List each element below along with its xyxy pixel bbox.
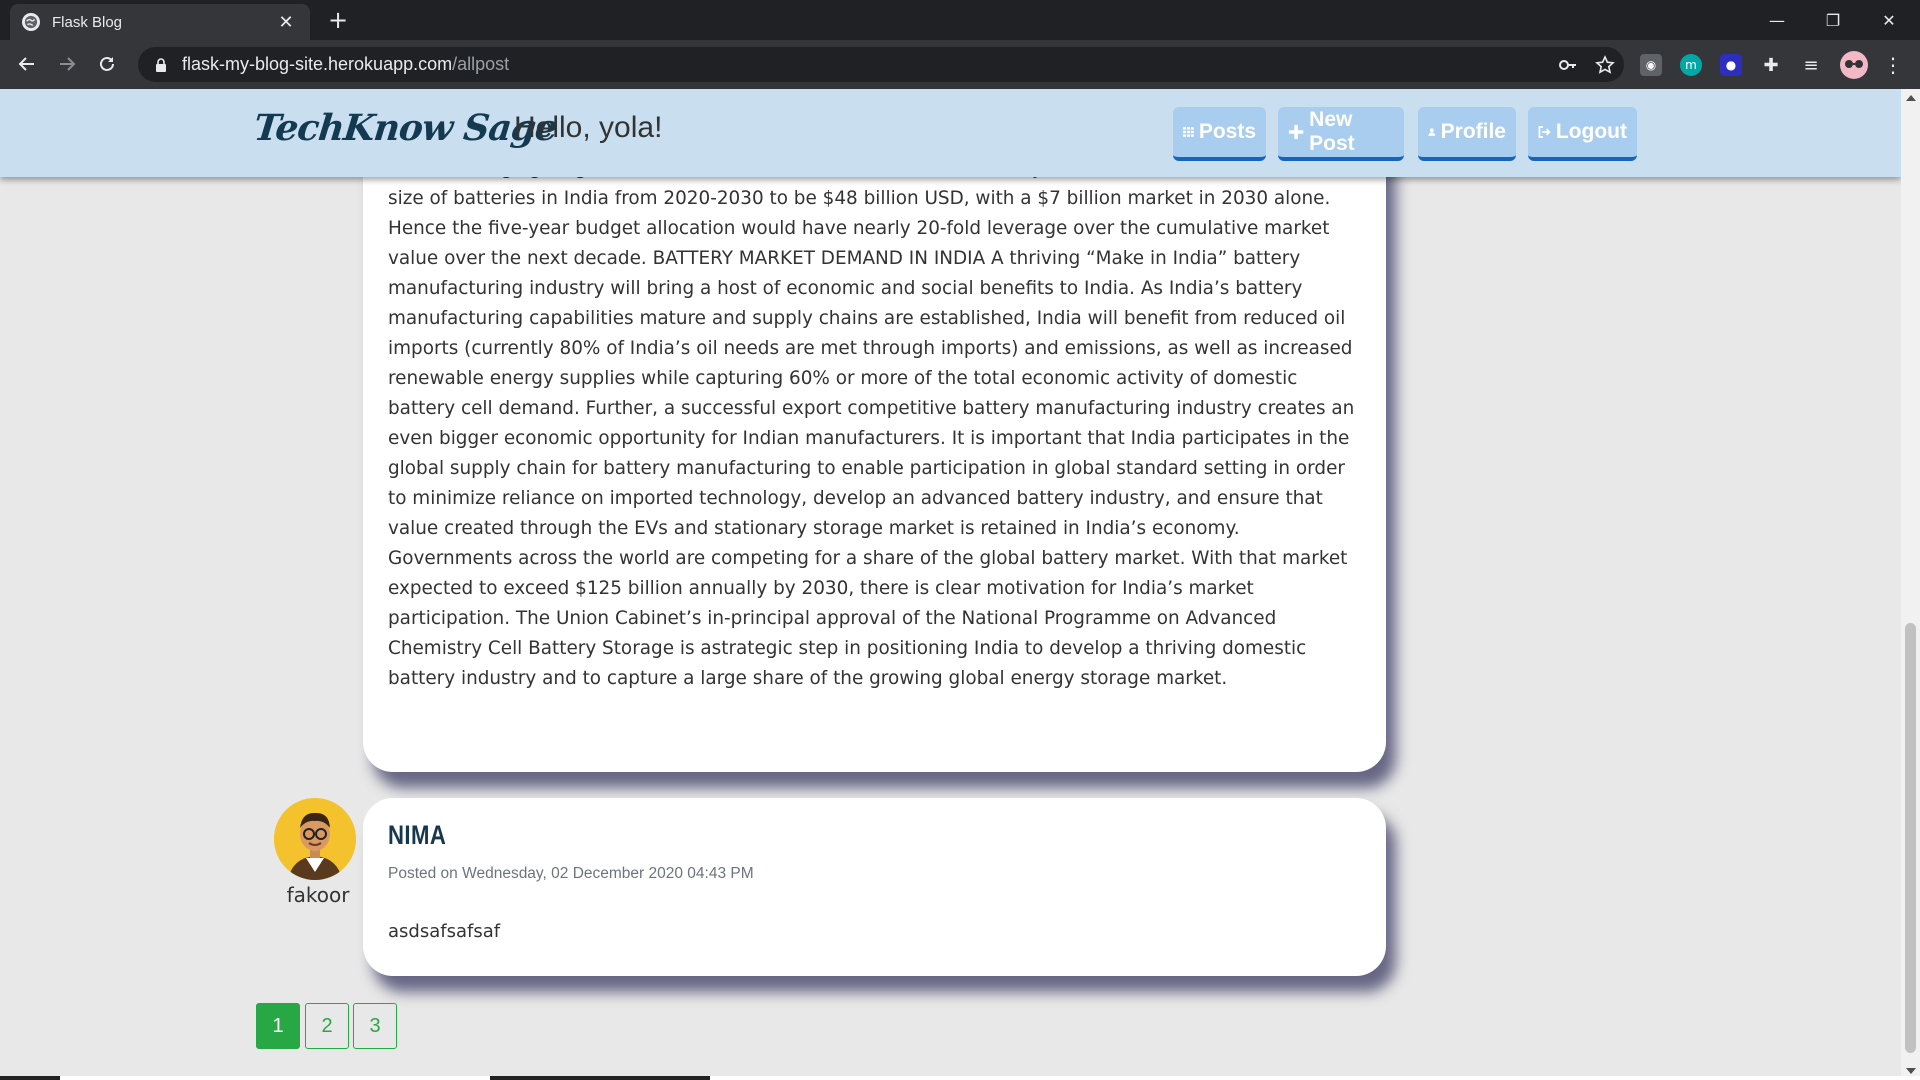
page-2-button[interactable]: 2 xyxy=(305,1003,349,1049)
nav-logout-button[interactable]: Logout xyxy=(1528,107,1637,161)
reload-icon xyxy=(100,56,114,71)
arrow-right-icon xyxy=(60,57,76,71)
nav-new-post-button[interactable]: New Post xyxy=(1278,107,1404,161)
arrow-left-icon xyxy=(18,57,34,71)
post-title[interactable]: NIMA xyxy=(388,820,1186,851)
plus-icon xyxy=(1288,124,1304,140)
nav-profile-label: Profile xyxy=(1440,120,1506,143)
forward-button[interactable] xyxy=(51,48,83,80)
kebab-menu-icon[interactable]: ⋮ xyxy=(1882,53,1904,77)
nav-new-post-label: New Post xyxy=(1309,108,1355,155)
author-name[interactable]: fakoor xyxy=(270,883,366,907)
browser-toolbar: flask-my-blog-site.herokuapp.com/allpost… xyxy=(0,40,1920,89)
browser-tab[interactable]: Flask Blog ✕ xyxy=(10,4,310,40)
post-card: NIMA Posted on Wednesday, 02 December 20… xyxy=(363,798,1386,976)
extension-blue-icon[interactable]: ● xyxy=(1720,54,1742,76)
browser-tab-strip: Flask Blog ✕ + — ❐ ✕ xyxy=(0,0,1920,40)
window-close-button[interactable]: ✕ xyxy=(1862,0,1916,40)
taskbar-edge xyxy=(0,1076,1920,1080)
tab-title: Flask Blog xyxy=(52,13,123,31)
media-queue-icon[interactable]: ≡ xyxy=(1800,54,1822,76)
new-tab-button[interactable]: + xyxy=(324,6,352,34)
key-icon[interactable] xyxy=(1558,55,1578,75)
vertical-scrollbar[interactable] xyxy=(1901,89,1920,1080)
back-button[interactable] xyxy=(11,48,43,80)
address-bar[interactable]: flask-my-blog-site.herokuapp.com/allpost xyxy=(138,47,1624,82)
star-icon[interactable] xyxy=(1595,55,1615,75)
post-body: shares of renewable energy generation an… xyxy=(388,98,1359,689)
scroll-up-arrow-icon[interactable] xyxy=(1906,95,1916,101)
url-path: /allpost xyxy=(452,54,510,74)
site-navbar: TechKnow Sage Hello, yola! Posts New Pos… xyxy=(0,89,1901,177)
extension-m-icon[interactable]: m xyxy=(1680,54,1702,76)
tab-close-button[interactable]: ✕ xyxy=(274,12,298,33)
grid-icon xyxy=(1183,127,1194,137)
avatar xyxy=(274,798,356,880)
nav-logout-label: Logout xyxy=(1555,120,1627,143)
scrollbar-thumb[interactable] xyxy=(1905,623,1916,1053)
lock-icon xyxy=(156,57,166,72)
url-host: flask-my-blog-site.herokuapp.com xyxy=(182,54,453,74)
post-date: Posted on Wednesday, 02 December 2020 04… xyxy=(388,865,754,882)
page-3-button[interactable]: 3 xyxy=(353,1003,397,1049)
profile-avatar-icon[interactable] xyxy=(1840,51,1868,79)
user-greeting: Hello, yola! xyxy=(514,111,663,144)
scroll-down-arrow-icon[interactable] xyxy=(1906,1068,1916,1074)
camera-icon[interactable]: ◉ xyxy=(1640,54,1662,76)
page-1-button[interactable]: 1 xyxy=(256,1003,300,1049)
post-content: asdsafsafsaf xyxy=(388,921,501,942)
logout-icon xyxy=(1538,126,1551,138)
minimize-button[interactable]: — xyxy=(1750,0,1804,40)
reload-button[interactable] xyxy=(91,48,123,80)
post-card: shares of renewable energy generation an… xyxy=(363,89,1386,772)
user-icon xyxy=(1428,128,1436,136)
globe-icon xyxy=(22,13,40,31)
page-viewport: shares of renewable energy generation an… xyxy=(0,89,1901,1080)
nav-posts-button[interactable]: Posts xyxy=(1173,107,1266,161)
puzzle-icon[interactable]: ✚ xyxy=(1760,54,1782,76)
nav-profile-button[interactable]: Profile xyxy=(1418,107,1516,161)
restore-button[interactable]: ❐ xyxy=(1806,0,1860,40)
nav-posts-label: Posts xyxy=(1198,120,1256,143)
